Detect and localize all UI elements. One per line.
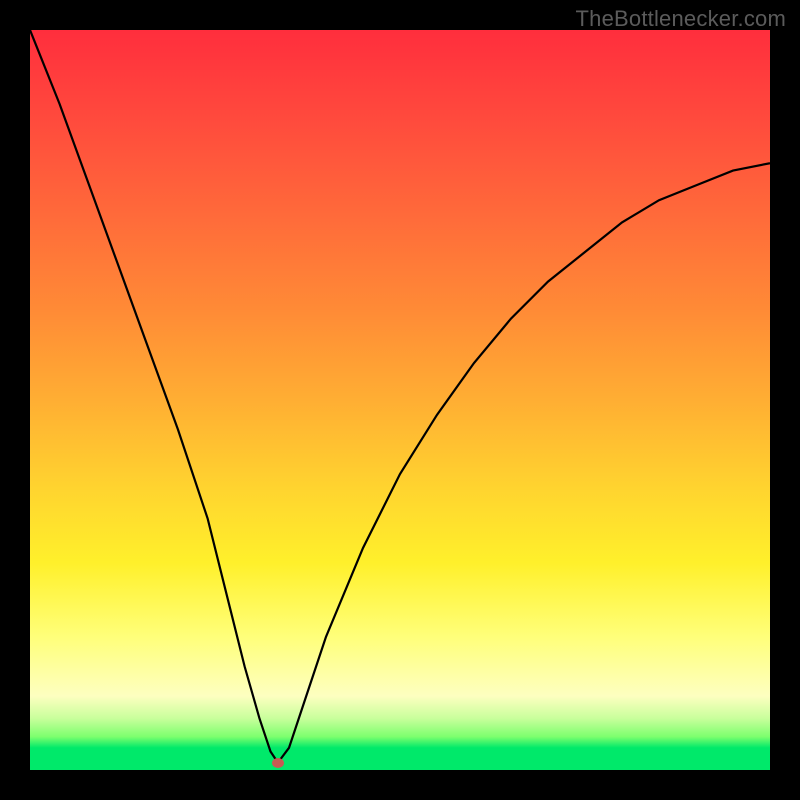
- plot-area: [30, 30, 770, 770]
- optimal-point-marker: [272, 758, 284, 768]
- watermark-text: TheBottlenecker.com: [576, 6, 786, 32]
- bottleneck-curve: [30, 30, 770, 770]
- chart-frame: [30, 30, 770, 770]
